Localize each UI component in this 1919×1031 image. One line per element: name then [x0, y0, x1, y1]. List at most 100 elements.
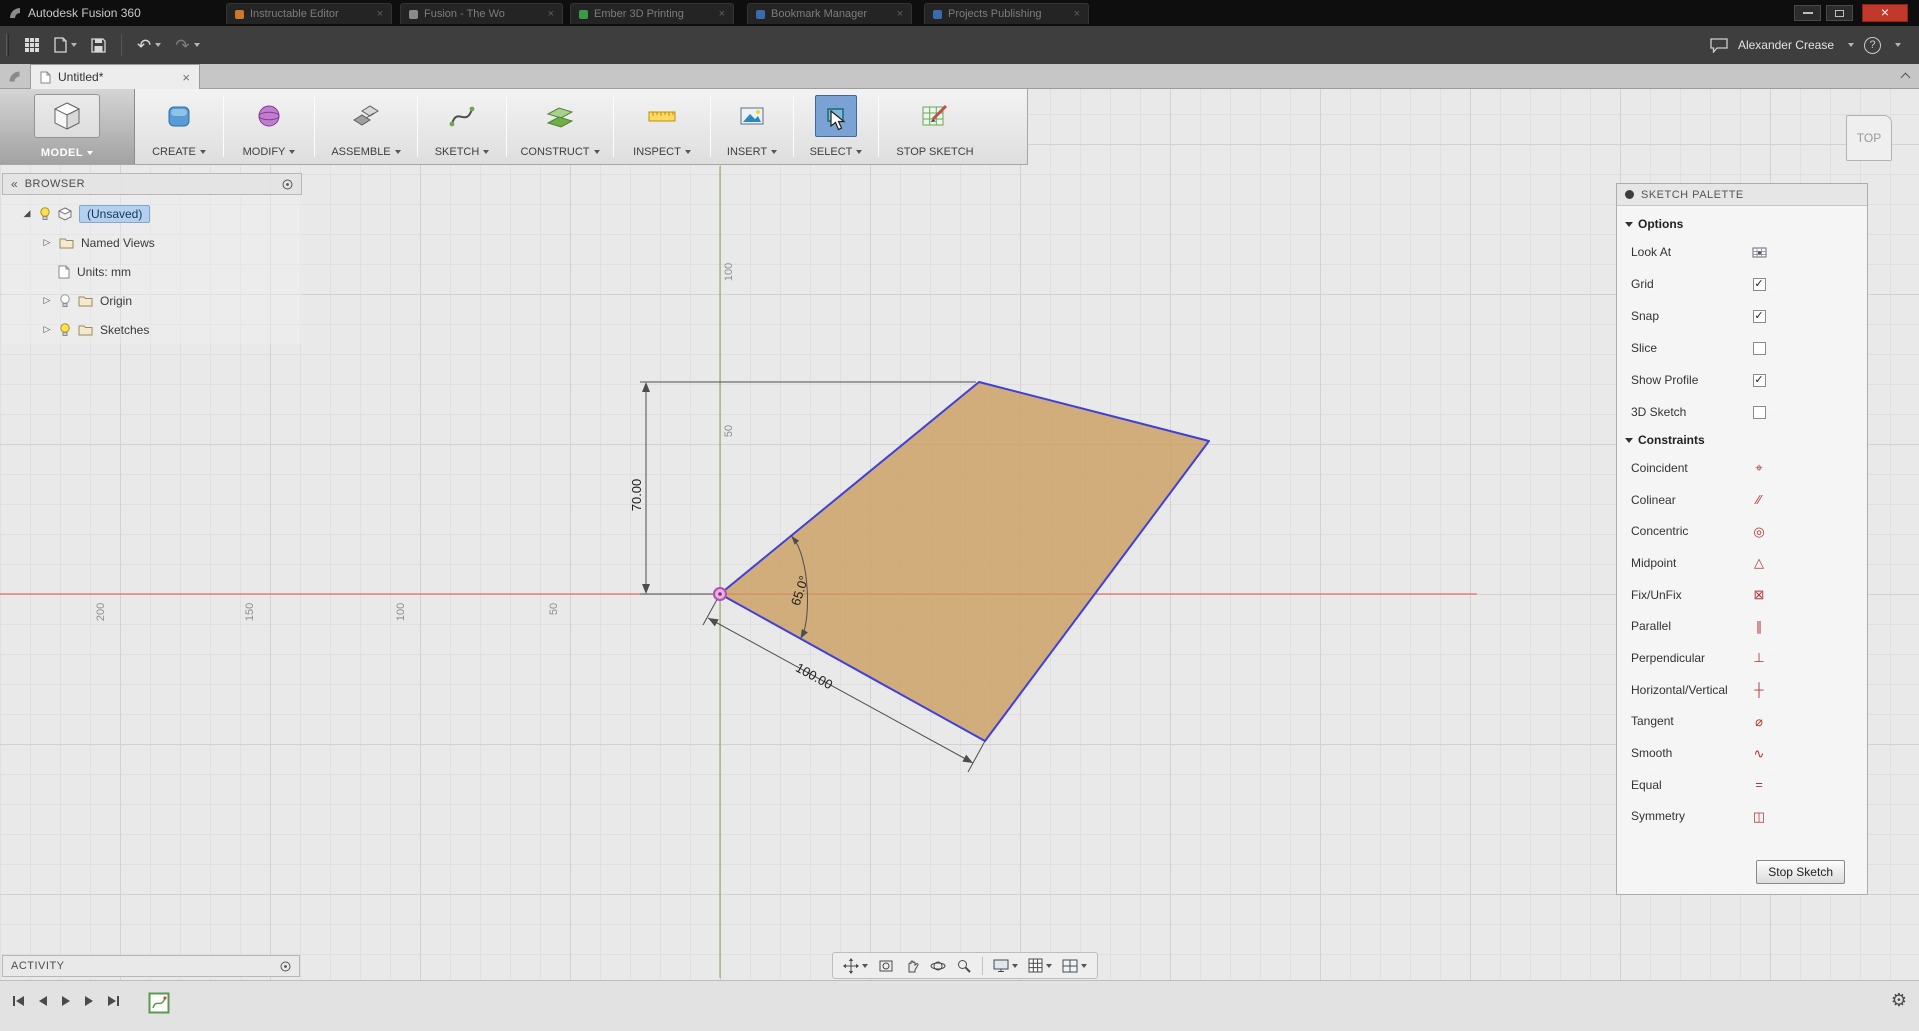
redo-menu-caret[interactable]: [194, 43, 200, 47]
tree-row-label[interactable]: (Unsaved): [79, 205, 150, 223]
expander-icon[interactable]: ▷: [42, 237, 52, 248]
redo-button[interactable]: ↷: [175, 37, 199, 54]
symmetry-icon[interactable]: ◫: [1753, 810, 1765, 823]
tree-row-units[interactable]: Units: mm: [2, 257, 302, 286]
snap-checkbox[interactable]: [1753, 310, 1766, 323]
palette-option-show-profile[interactable]: Show Profile: [1617, 364, 1867, 396]
tree-row-label[interactable]: Units: mm: [77, 265, 131, 279]
grid-settings-button[interactable]: [1024, 955, 1056, 976]
ribbon-group-insert[interactable]: INSERT: [711, 89, 793, 164]
perpendicular-icon[interactable]: ⊥: [1753, 651, 1764, 664]
ribbon-group-sketch[interactable]: SKETCH: [418, 89, 506, 164]
options-section-header[interactable]: Options: [1617, 212, 1867, 236]
constraint-horizontal-vertical[interactable]: Horizontal/Vertical┼: [1617, 674, 1867, 706]
pan-menu-caret[interactable]: [862, 964, 868, 968]
grid-settings-caret[interactable]: [1046, 964, 1052, 968]
collapse-tabbar-icon[interactable]: [1901, 73, 1911, 83]
constraint-symmetry[interactable]: Symmetry◫: [1617, 801, 1867, 833]
constraint-smooth[interactable]: Smooth∿: [1617, 737, 1867, 769]
save-button[interactable]: [91, 38, 106, 53]
zoom-fit-button[interactable]: [874, 955, 898, 977]
constraints-section-header[interactable]: Constraints: [1617, 428, 1867, 452]
constraint-equal[interactable]: Equal=: [1617, 769, 1867, 801]
palette-option-3d-sketch[interactable]: 3D Sketch: [1617, 396, 1867, 428]
zoom-button[interactable]: [952, 955, 976, 977]
expander-icon[interactable]: ◢: [22, 208, 32, 219]
expander-icon[interactable]: ▷: [42, 295, 52, 306]
viewports-caret[interactable]: [1081, 964, 1087, 968]
background-browser-tab[interactable]: Projects Publishing: [924, 3, 1089, 24]
constraint-coincident[interactable]: Coincident⌖: [1617, 452, 1867, 484]
background-browser-tab[interactable]: Instructable Editor: [226, 3, 392, 24]
display-settings-button[interactable]: [989, 955, 1022, 976]
constraint-midpoint[interactable]: Midpoint△: [1617, 547, 1867, 579]
tab-close-icon[interactable]: [1074, 8, 1080, 20]
background-browser-tab[interactable]: Ember 3D Printing: [570, 3, 734, 24]
sketch-profile[interactable]: [720, 382, 1209, 741]
play-button[interactable]: [60, 994, 72, 1008]
visibility-bulb-icon[interactable]: [59, 323, 71, 337]
stop-sketch-button[interactable]: Stop Sketch: [1756, 860, 1845, 884]
step-forward-button[interactable]: [83, 994, 95, 1008]
coincident-icon[interactable]: ⌖: [1755, 461, 1762, 474]
parallel-icon[interactable]: ∥: [1756, 620, 1763, 633]
palette-option-snap[interactable]: Snap: [1617, 300, 1867, 332]
dim-height-value[interactable]: 70.00: [629, 479, 644, 512]
background-browser-tab[interactable]: Bookmark Manager: [747, 3, 912, 24]
palette-option-grid[interactable]: Grid: [1617, 268, 1867, 300]
app-grid-button[interactable]: [24, 37, 40, 53]
horizontal-vertical-icon[interactable]: ┼: [1754, 683, 1763, 696]
tree-row-label[interactable]: Origin: [100, 294, 132, 308]
constraint-colinear[interactable]: Colinear∕∕: [1617, 484, 1867, 516]
colinear-icon[interactable]: ∕∕: [1757, 493, 1761, 506]
display-settings-caret[interactable]: [1012, 964, 1018, 968]
timeline-sketch-feature[interactable]: [148, 992, 170, 1014]
viewports-button[interactable]: [1058, 956, 1091, 976]
file-menu-caret[interactable]: [71, 43, 77, 47]
midpoint-icon[interactable]: △: [1754, 556, 1764, 569]
visibility-bulb-icon[interactable]: [39, 207, 51, 221]
ribbon-group-stop-sketch[interactable]: STOP SKETCH: [879, 89, 991, 164]
document-tab[interactable]: Untitled*: [30, 64, 200, 89]
step-back-button[interactable]: [37, 994, 49, 1008]
palette-option-slice[interactable]: Slice: [1617, 332, 1867, 364]
background-browser-tab[interactable]: Fusion - The Wo: [400, 3, 563, 24]
ribbon-group-construct[interactable]: CONSTRUCT: [507, 89, 613, 164]
ribbon-group-inspect[interactable]: INSPECT: [614, 89, 710, 164]
tangent-icon[interactable]: ⌀: [1755, 715, 1763, 728]
panel-options-icon[interactable]: [280, 961, 291, 972]
undo-button[interactable]: ↶: [137, 37, 161, 54]
ribbon-group-assemble[interactable]: ASSEMBLE: [315, 89, 417, 164]
close-tab-icon[interactable]: [182, 70, 190, 85]
help-button[interactable]: ?: [1864, 37, 1881, 54]
3d-sketch-checkbox[interactable]: [1753, 406, 1766, 419]
origin-point[interactable]: [714, 588, 726, 600]
workspace-switcher[interactable]: MODEL: [0, 89, 135, 164]
tree-row-label[interactable]: Named Views: [81, 236, 155, 250]
sketch-palette-header[interactable]: SKETCH PALETTE: [1617, 184, 1867, 206]
minimize-button[interactable]: [1794, 5, 1821, 21]
smooth-icon[interactable]: ∿: [1754, 747, 1765, 760]
go-to-end-button[interactable]: [106, 994, 120, 1008]
tab-close-icon[interactable]: [377, 8, 383, 20]
collapse-panel-icon[interactable]: «: [11, 178, 18, 190]
activity-panel-header[interactable]: ACTIVITY: [2, 955, 300, 977]
ribbon-group-create[interactable]: CREATE: [135, 89, 223, 164]
tree-row-named-views[interactable]: ▷ Named Views: [2, 228, 302, 257]
panel-options-icon[interactable]: [282, 179, 293, 190]
tab-close-icon[interactable]: [719, 8, 725, 20]
undo-menu-caret[interactable]: [155, 43, 161, 47]
tree-row-origin[interactable]: ▷ Origin: [2, 286, 302, 315]
fix-unfix-icon[interactable]: ⊠: [1754, 588, 1765, 601]
grid-checkbox[interactable]: [1753, 278, 1766, 291]
constraint-perpendicular[interactable]: Perpendicular⊥: [1617, 642, 1867, 674]
ribbon-group-modify[interactable]: MODIFY: [224, 89, 314, 164]
look-at-icon[interactable]: [1752, 246, 1767, 259]
tab-close-icon[interactable]: [897, 8, 903, 20]
expander-icon[interactable]: ▷: [42, 324, 52, 335]
viewcube-top-face[interactable]: TOP: [1846, 115, 1892, 161]
maximize-button[interactable]: [1826, 5, 1853, 21]
visibility-bulb-icon[interactable]: [59, 294, 71, 308]
equal-icon[interactable]: =: [1755, 778, 1763, 791]
tree-row-sketches[interactable]: ▷ Sketches: [2, 315, 302, 344]
